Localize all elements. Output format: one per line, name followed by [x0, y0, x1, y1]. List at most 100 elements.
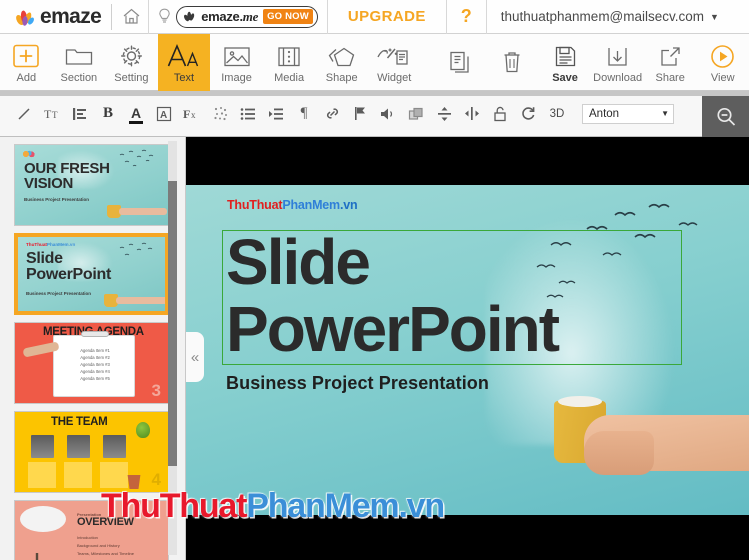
font-family-value: Anton	[589, 107, 620, 120]
toolbar-item-widget[interactable]: Widget	[368, 34, 421, 91]
indent-button[interactable]	[262, 99, 290, 129]
help-button[interactable]: ?	[447, 0, 486, 34]
slide-watermark-text: ThuThuatPhanMem.vn	[227, 198, 358, 212]
slide3-number: 3	[151, 381, 161, 400]
emaze-brand[interactable]: emaze	[0, 0, 109, 33]
text-highlight-button[interactable]: A	[150, 99, 178, 129]
user-email-label: thuthuatphanmem@mailsecv.com	[500, 9, 705, 24]
toolbar-label-share: Share	[655, 72, 685, 84]
toolbar-label-text: Text	[173, 72, 195, 84]
share-arrow-icon	[659, 41, 682, 71]
upgrade-button[interactable]: UPGRADE	[328, 0, 446, 34]
slide-subtitle-text[interactable]: Business Project Presentation	[226, 373, 489, 394]
add-plus-icon	[13, 41, 40, 71]
watermark-part-blue: PhanMem	[246, 487, 399, 525]
slide2-subtitle: Business Project Presentation	[26, 291, 92, 296]
text-align-button[interactable]	[66, 99, 94, 129]
toolbar-item-share[interactable]: Share	[644, 34, 697, 91]
slide3-agenda-2: Agenda Item #2	[80, 355, 110, 360]
toolbar-label-section: Section	[60, 72, 98, 84]
toolbar-label-widget: Widget	[377, 72, 412, 84]
svg-text:x: x	[191, 110, 196, 120]
slide1-title: OUR FRESH VISION	[24, 160, 110, 193]
emaze-me-pill[interactable]: emaze.me GO NOW	[176, 5, 318, 28]
active-slide[interactable]: ThuThuatPhanMem.vn Slide PowerPoint Busi…	[186, 185, 749, 515]
rotate-button[interactable]	[514, 99, 542, 129]
zoom-out-button[interactable]	[702, 96, 749, 137]
link-button[interactable]	[318, 99, 346, 129]
sidebar-collapse-button[interactable]: «	[186, 332, 204, 382]
svg-text:T: T	[52, 110, 58, 120]
toolbar-item-image[interactable]: Image	[210, 34, 263, 91]
slide5-bullet-1: Introduction	[77, 535, 98, 540]
brand-name: emaze	[40, 4, 102, 28]
user-account-menu[interactable]: thuthuatphanmem@mailsecv.com ▼	[487, 0, 731, 34]
emaze-flower-logo-icon	[14, 8, 36, 26]
slide-thumbnail-1[interactable]: OUR FRESH VISION Business Project Present…	[14, 144, 169, 226]
emaze-mark-icon	[183, 11, 196, 22]
slide4-title: THE TEAM	[51, 416, 108, 428]
layer-order-button[interactable]	[402, 99, 430, 129]
top-header-bar: emaze emaze.me GO NOW UPGRADE ? thuthuat…	[0, 0, 749, 34]
toolbar-label-setting: Setting	[114, 72, 149, 84]
sound-button[interactable]	[374, 99, 402, 129]
go-now-button[interactable]: GO NOW	[263, 9, 313, 24]
toolbar-item-media[interactable]: Media	[263, 34, 316, 91]
toolbar-label-save: Save	[552, 72, 578, 84]
home-button[interactable]	[114, 0, 148, 34]
align-vertical-button[interactable]	[430, 99, 458, 129]
slide3-agenda-3: Agenda Item #3	[80, 362, 110, 367]
emaze-me-promo[interactable]: emaze.me GO NOW	[149, 0, 327, 34]
svg-text:T: T	[44, 107, 52, 121]
slide1-subtitle: Business Project Presentation	[24, 197, 90, 202]
bold-button[interactable]: B	[94, 99, 122, 129]
slide-title-line1: Slide	[226, 226, 371, 298]
save-disk-icon	[554, 41, 577, 71]
scrollbar-thumb[interactable]	[168, 181, 177, 466]
slide2-title: Slide PowerPoint	[26, 250, 112, 284]
lightbulb-icon	[158, 8, 171, 25]
page-watermark: ThuThuatPhanMem.vn	[101, 487, 445, 526]
slide-thumbnail-3[interactable]: MEETING AGENDA Agenda Item #1 Agenda Ite…	[14, 322, 169, 404]
toolbar-item-section[interactable]: Section	[53, 34, 106, 91]
slide-thumbnail-4[interactable]: THE TEAM 4	[14, 411, 169, 493]
toolbar-gap-1	[421, 34, 434, 90]
font-family-select[interactable]: Anton ▼	[582, 103, 674, 124]
toolbar-item-setting[interactable]: Setting	[105, 34, 158, 91]
shape-pentagon-icon	[327, 41, 357, 71]
slide3-agenda-1: Agenda Item #1	[80, 348, 110, 353]
align-horizontal-button[interactable]	[458, 99, 486, 129]
toolbar-item-text[interactable]: Text	[157, 34, 211, 91]
slide-title-text[interactable]: Slide PowerPoint	[226, 229, 696, 363]
toolbar-item-download[interactable]: Download	[591, 34, 644, 91]
toolbar-label-shape: Shape	[325, 72, 358, 84]
three-d-button[interactable]: 3D	[542, 99, 572, 129]
font-color-button[interactable]: A	[122, 99, 150, 129]
toolbar-label-add: Add	[16, 72, 37, 84]
chevron-down-icon: ▼	[710, 11, 719, 22]
texture-button[interactable]	[206, 99, 234, 129]
download-icon	[606, 41, 629, 71]
flag-button[interactable]	[346, 99, 374, 129]
trash-icon	[501, 47, 523, 77]
paragraph-button[interactable]: ¶	[290, 99, 318, 129]
clear-format-button[interactable]: Fx	[178, 99, 206, 129]
folder-icon	[65, 41, 93, 71]
bullet-list-button[interactable]	[234, 99, 262, 129]
fingers-graphic	[584, 431, 654, 475]
toolbar-label-view: View	[710, 72, 735, 84]
lock-toggle-button[interactable]	[486, 99, 514, 129]
toolbar-item-shape[interactable]: Shape	[315, 34, 368, 91]
slide-thumbnail-2[interactable]: ThuThuatPhanMem.vn SlidePowerPoint Busin…	[14, 233, 169, 315]
toolbar-item-view[interactable]: View	[696, 34, 749, 91]
toolbar-item-duplicate[interactable]	[434, 34, 487, 91]
watermark-part-suffix: .vn	[398, 487, 445, 525]
three-d-label: 3D	[549, 107, 565, 120]
line-style-button[interactable]	[10, 99, 38, 129]
toolbar-item-delete[interactable]	[486, 34, 539, 91]
toolbar-label-media: Media	[274, 72, 305, 84]
font-size-button[interactable]: TT	[38, 99, 66, 129]
slide5-bullet-3: Teams, Milestones and Timeline	[77, 551, 134, 556]
toolbar-item-save[interactable]: Save	[539, 34, 592, 91]
toolbar-item-add[interactable]: Add	[0, 34, 53, 91]
